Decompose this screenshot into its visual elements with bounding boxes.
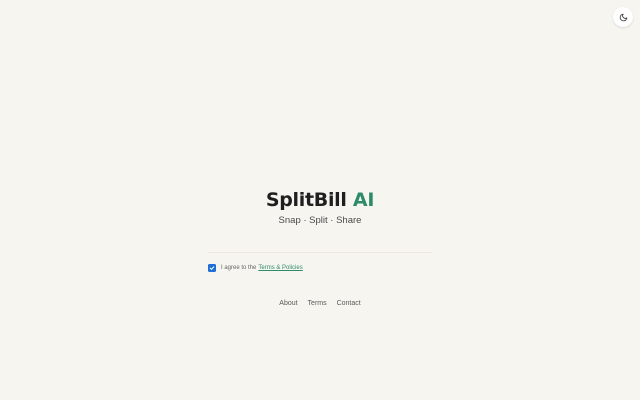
terms-label: I agree to the: [221, 265, 257, 271]
footer-link-about[interactable]: About: [279, 300, 297, 307]
theme-toggle-button[interactable]: [613, 7, 633, 27]
checkmark-icon: [209, 266, 215, 270]
terms-agreement: I agree to the Terms & Policies: [208, 263, 303, 273]
terms-checkbox[interactable]: [208, 264, 216, 272]
moon-icon: [619, 13, 627, 21]
terms-policies-link[interactable]: Terms & Policies: [258, 264, 302, 272]
footer-link-terms[interactable]: Terms: [308, 300, 327, 307]
app-title-accent: AI: [352, 189, 375, 211]
page: SplitBill AI Snap · Split · Share I agre…: [0, 0, 640, 400]
app-title: SplitBill AI: [0, 188, 640, 212]
footer-links: About Terms Contact: [0, 299, 640, 309]
app-title-main: SplitBill: [265, 189, 347, 211]
footer-link-contact[interactable]: Contact: [337, 300, 361, 307]
tagline: Snap · Split · Share: [278, 215, 362, 226]
divider: [208, 252, 432, 253]
